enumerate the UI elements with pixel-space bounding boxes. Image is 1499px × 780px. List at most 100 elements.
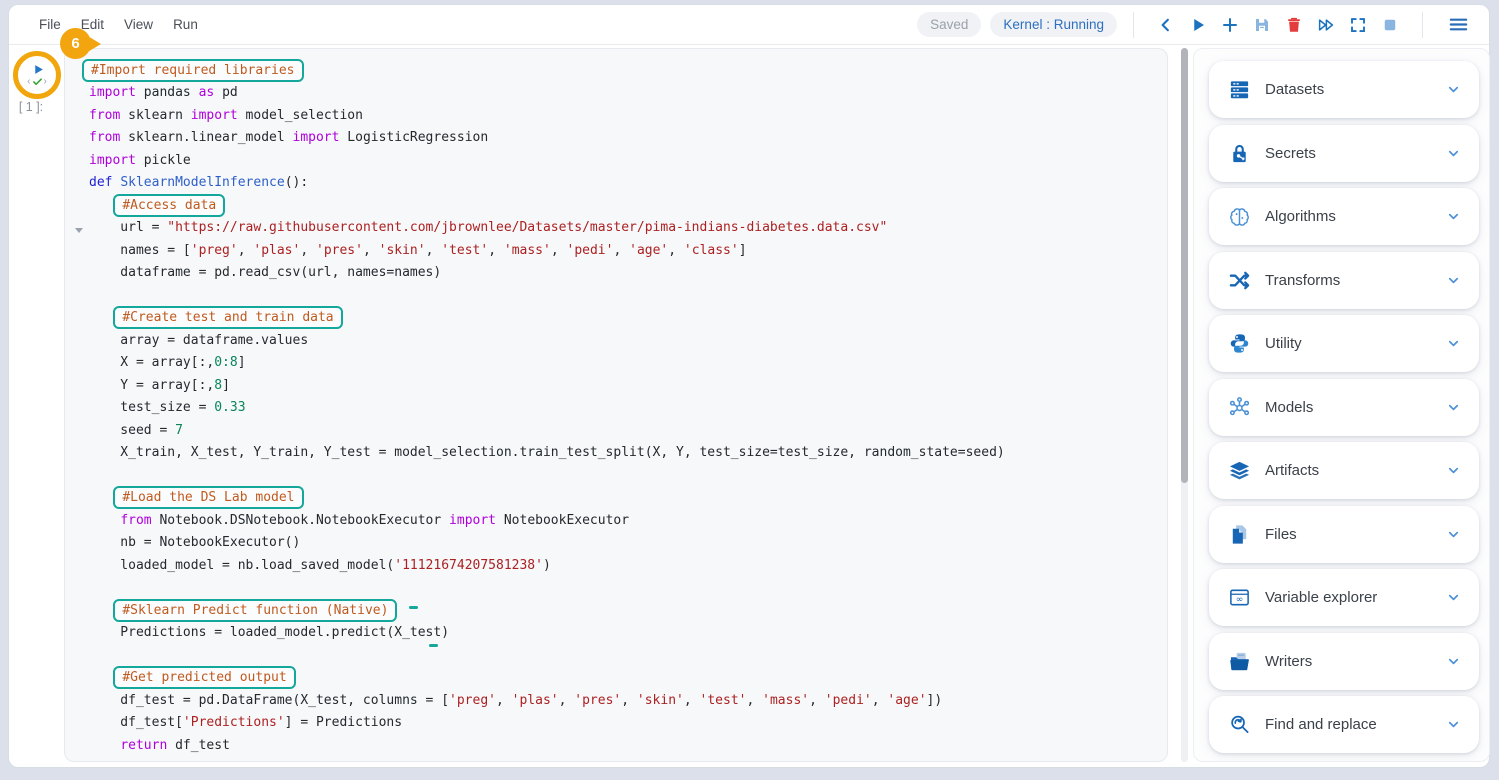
code-line[interactable]: import pickle — [89, 149, 1159, 172]
run-cell-button[interactable] — [1187, 14, 1209, 36]
code-line[interactable]: url = "https://raw.githubusercontent.com… — [89, 217, 1159, 240]
fullscreen-icon — [1349, 16, 1367, 34]
delete-cell-icon — [1285, 16, 1303, 34]
code-line[interactable]: X_train, X_test, Y_train, Y_test = model… — [89, 442, 1159, 465]
sidebar-item-label: Find and replace — [1265, 716, 1377, 733]
code-line[interactable]: from sklearn.linear_model import Logisti… — [89, 127, 1159, 150]
sidebar-item-algorithms[interactable]: Algorithms — [1209, 188, 1479, 245]
kernel-status-badge[interactable]: Kernel : Running — [990, 12, 1117, 37]
code-line[interactable]: #Create test and train data — [89, 307, 1159, 330]
code-line[interactable]: #Get predicted output — [89, 667, 1159, 690]
chevron-down-icon[interactable] — [1445, 82, 1461, 98]
menubar: FileEditViewRun Saved Kernel : Running — [9, 5, 1489, 45]
writers-icon — [1226, 648, 1252, 674]
code-line[interactable]: Predictions = loaded_model.predict(X_tes… — [89, 622, 1159, 645]
code-line[interactable]: from sklearn import model_selection — [89, 104, 1159, 127]
menu-button[interactable] — [1445, 12, 1471, 38]
sidebar-item-label: Algorithms — [1265, 208, 1336, 225]
comment-highlight-box: #Get predicted output — [113, 666, 295, 689]
sidebar-item-writers[interactable]: Writers — [1209, 633, 1479, 690]
code-line[interactable]: array = dataframe.values — [89, 329, 1159, 352]
code-line[interactable]: Y = array[:,8] — [89, 374, 1159, 397]
code-line[interactable]: #Access data — [89, 194, 1159, 217]
code-line[interactable]: def SklearnModelInference(): — [89, 172, 1159, 195]
comment-highlight-box: #Create test and train data — [113, 306, 342, 329]
execution-count-label: [ 1 ]: — [0, 100, 62, 114]
code-line[interactable]: import pandas as pd — [89, 82, 1159, 105]
delete-cell-button[interactable] — [1283, 14, 1305, 36]
save-notebook-button[interactable] — [1251, 14, 1273, 36]
sidebar-item-secrets[interactable]: Secrets — [1209, 125, 1479, 182]
chevron-down-icon[interactable] — [1445, 717, 1461, 733]
code-line[interactable]: #Import required libraries — [89, 59, 1159, 82]
code-editor[interactable]: #Import required librariesimport pandas … — [89, 59, 1159, 757]
chevron-down-icon[interactable] — [1445, 526, 1461, 542]
files-icon — [1226, 521, 1252, 547]
vertical-scrollbar[interactable] — [1181, 48, 1188, 762]
sidebar-item-label: Variable explorer — [1265, 589, 1377, 606]
step-badge: 6 — [60, 28, 91, 59]
sidebar-item-label: Writers — [1265, 653, 1312, 670]
code-cell[interactable]: #Import required librariesimport pandas … — [64, 48, 1168, 762]
chevron-down-icon[interactable] — [1445, 336, 1461, 352]
selection-marker — [429, 644, 438, 647]
code-line[interactable]: test_size = 0.33 — [89, 397, 1159, 420]
models-icon — [1226, 394, 1252, 420]
code-line[interactable]: from Notebook.DSNotebook.NotebookExecuto… — [89, 509, 1159, 532]
add-cell-button[interactable] — [1219, 14, 1241, 36]
code-line[interactable] — [89, 577, 1159, 600]
run-cell-icon — [1189, 16, 1207, 34]
code-line[interactable]: df_test = pd.DataFrame(X_test, columns =… — [89, 689, 1159, 712]
chevron-down-icon[interactable] — [1445, 399, 1461, 415]
code-line[interactable] — [89, 644, 1159, 667]
toolbar-divider — [1133, 12, 1134, 38]
sidebar-item-models[interactable]: Models — [1209, 379, 1479, 436]
sidebar-item-label: Files — [1265, 526, 1297, 543]
code-line[interactable]: dataframe = pd.read_csv(url, names=names… — [89, 262, 1159, 285]
notebook-app: FileEditViewRun Saved Kernel : Running 6… — [0, 0, 1499, 780]
stop-kernel-button[interactable] — [1379, 14, 1401, 36]
run-cell-button[interactable]: ‹ › — [13, 51, 61, 99]
sidebar-item-artifacts[interactable]: Artifacts — [1209, 442, 1479, 499]
code-line[interactable]: #Load the DS Lab model — [89, 487, 1159, 510]
stop-kernel-icon — [1381, 16, 1399, 34]
code-line[interactable]: seed = 7 — [89, 419, 1159, 442]
code-line[interactable]: #Sklearn Predict function (Native) — [89, 599, 1159, 622]
toolbar — [1150, 14, 1406, 36]
sidebar-item-utility[interactable]: Utility — [1209, 315, 1479, 372]
code-line[interactable]: return df_test — [89, 734, 1159, 757]
cell-success-indicator: ‹ › — [27, 76, 47, 87]
code-line[interactable]: nb = NotebookExecutor() — [89, 532, 1159, 555]
angle-left-glyph: ‹ — [27, 77, 30, 87]
code-line[interactable]: df_test['Predictions'] = Predictions — [89, 712, 1159, 735]
chevron-down-icon[interactable] — [1445, 590, 1461, 606]
chevron-down-icon[interactable] — [1445, 463, 1461, 479]
sidebar-item-label: Transforms — [1265, 272, 1340, 289]
sidebar-item-variable-explorer[interactable]: ∞Variable explorer — [1209, 569, 1479, 626]
menu-item-view[interactable]: View — [124, 17, 153, 32]
fold-toggle-icon[interactable] — [75, 228, 83, 233]
sidebar-item-find-and-replace[interactable]: Find and replace — [1209, 696, 1479, 753]
sidebar-item-files[interactable]: Files — [1209, 506, 1479, 563]
code-line[interactable]: names = ['preg', 'plas', 'pres', 'skin',… — [89, 239, 1159, 262]
run-all-button[interactable] — [1315, 14, 1337, 36]
menu-icon — [1447, 13, 1470, 36]
comment-highlight-box: #Sklearn Predict function (Native) — [113, 599, 397, 622]
chevron-down-icon[interactable] — [1445, 209, 1461, 225]
chevron-down-icon[interactable] — [1445, 272, 1461, 288]
transforms-icon — [1226, 267, 1252, 293]
sidebar-item-transforms[interactable]: Transforms — [1209, 252, 1479, 309]
code-line[interactable] — [89, 464, 1159, 487]
menu-item-run[interactable]: Run — [173, 17, 198, 32]
code-line[interactable]: loaded_model = nb.load_saved_model('1112… — [89, 554, 1159, 577]
add-cell-icon — [1221, 16, 1239, 34]
scrollbar-thumb[interactable] — [1181, 48, 1188, 483]
chevron-down-icon[interactable] — [1445, 653, 1461, 669]
menu-item-file[interactable]: File — [39, 17, 61, 32]
sidebar-item-datasets[interactable]: Datasets — [1209, 61, 1479, 118]
code-line[interactable]: X = array[:,0:8] — [89, 352, 1159, 375]
fullscreen-button[interactable] — [1347, 14, 1369, 36]
chevron-down-icon[interactable] — [1445, 145, 1461, 161]
code-line[interactable] — [89, 284, 1159, 307]
previous-cell-button[interactable] — [1155, 14, 1177, 36]
